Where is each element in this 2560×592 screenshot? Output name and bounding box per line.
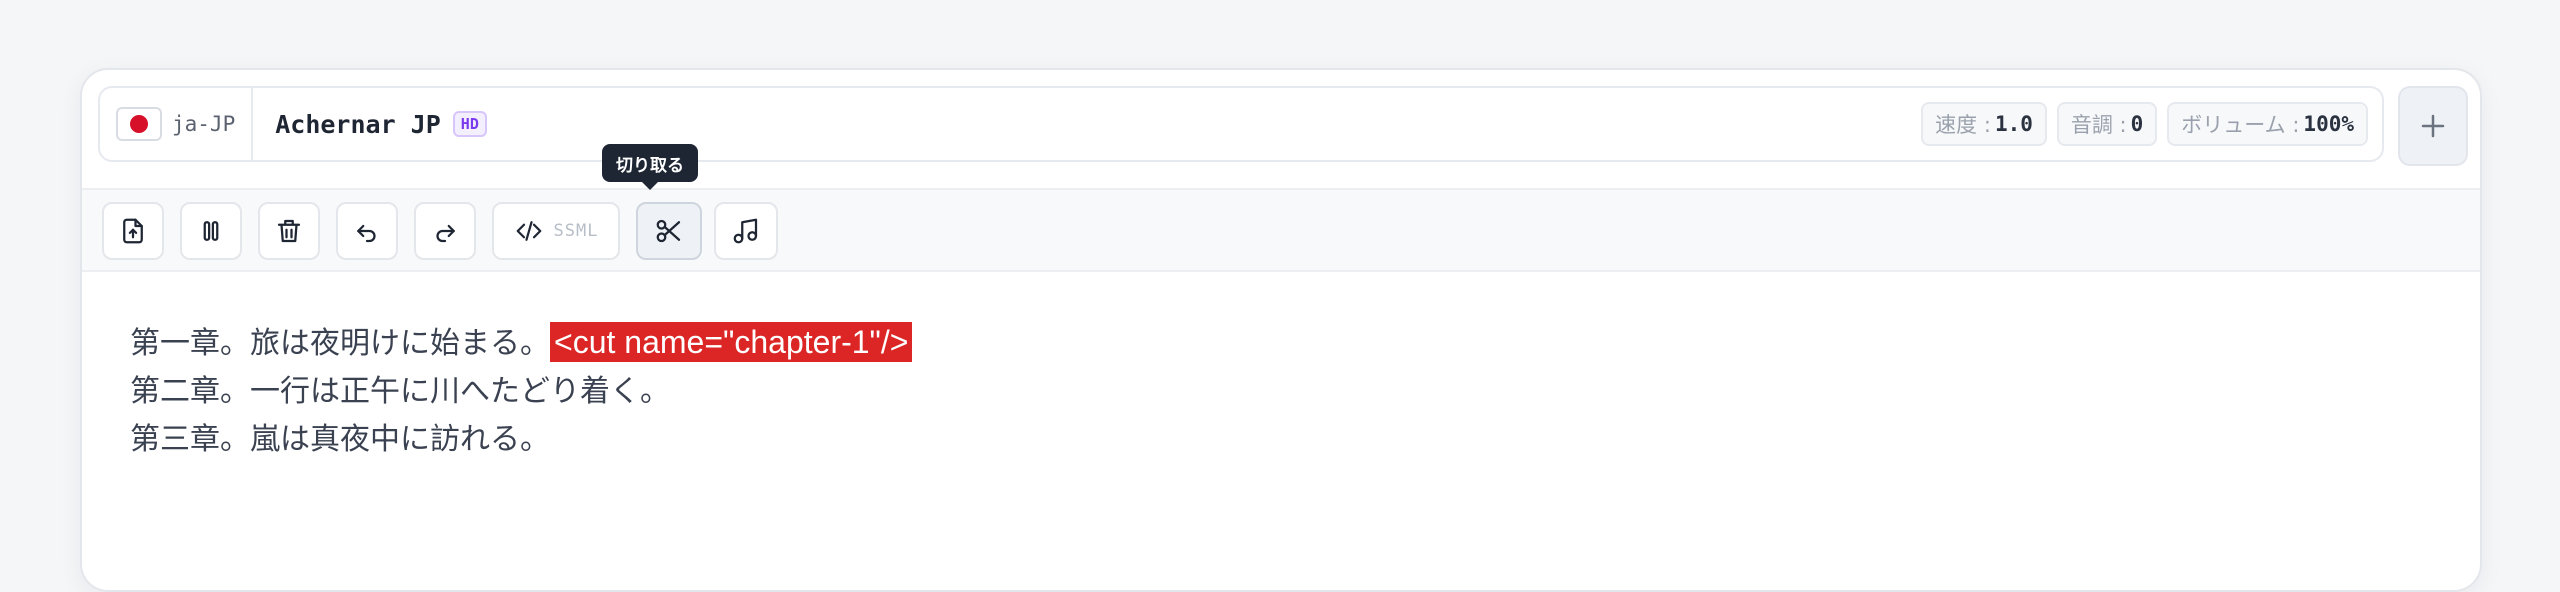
music-note-icon <box>733 218 758 244</box>
volume-param[interactable]: ボリューム : 100% <box>2167 102 2368 146</box>
pitch-param[interactable]: 音調 : 0 <box>2056 102 2158 146</box>
trash-icon <box>277 219 301 243</box>
undo-button[interactable] <box>336 202 398 260</box>
editor-toolbar: SSML <box>82 188 2480 272</box>
upload-file-icon <box>123 218 143 244</box>
language-selector[interactable]: ja-JP <box>100 88 254 160</box>
music-button[interactable] <box>714 202 778 260</box>
japan-flag-icon <box>116 107 162 141</box>
scissors-icon <box>656 219 681 243</box>
upload-file-button[interactable] <box>102 202 164 260</box>
voice-name: Achernar JP <box>275 109 441 139</box>
pause-icon <box>203 221 219 241</box>
redo-button[interactable] <box>414 202 476 260</box>
pause-button[interactable] <box>180 202 242 260</box>
ssml-label: SSML <box>553 221 599 241</box>
delete-button[interactable] <box>258 202 320 260</box>
voice-bar[interactable]: ja-JP Achernar JP HD 速度 : 1.0 音調 : 0 ボリュ… <box>98 86 2384 162</box>
undo-icon <box>357 224 376 243</box>
add-voice-button[interactable] <box>2398 86 2468 166</box>
cut-tooltip: 切り取る <box>602 144 698 190</box>
cut-button[interactable] <box>636 202 702 260</box>
hd-badge: HD <box>452 111 487 137</box>
tts-editor-card: ja-JP Achernar JP HD 速度 : 1.0 音調 : 0 ボリュ… <box>80 68 2482 592</box>
editor-line-3: 第三章。嵐は真夜中に訪れる。 <box>130 422 550 457</box>
cut-tag[interactable]: <cut name="chapter-1"/> <box>550 322 913 362</box>
text-editor[interactable]: 第一章。旅は夜明けに始まる。 <cut name="chapter-1"/> 第二… <box>130 318 913 464</box>
editor-line-1: 第一章。旅は夜明けに始まる。 <cut name="chapter-1"/> <box>130 318 913 368</box>
plus-icon <box>2421 114 2445 138</box>
speed-param[interactable]: 速度 : 1.0 <box>1921 102 2047 146</box>
redo-icon <box>436 224 455 243</box>
editor-line-2: 第二章。一行は正午に川へたどり着く。 <box>130 374 670 409</box>
code-icon <box>516 221 541 241</box>
ssml-button[interactable]: SSML <box>492 202 620 260</box>
voice-params: 速度 : 1.0 音調 : 0 ボリューム : 100% <box>1921 102 2382 146</box>
language-code: ja-JP <box>172 112 236 136</box>
